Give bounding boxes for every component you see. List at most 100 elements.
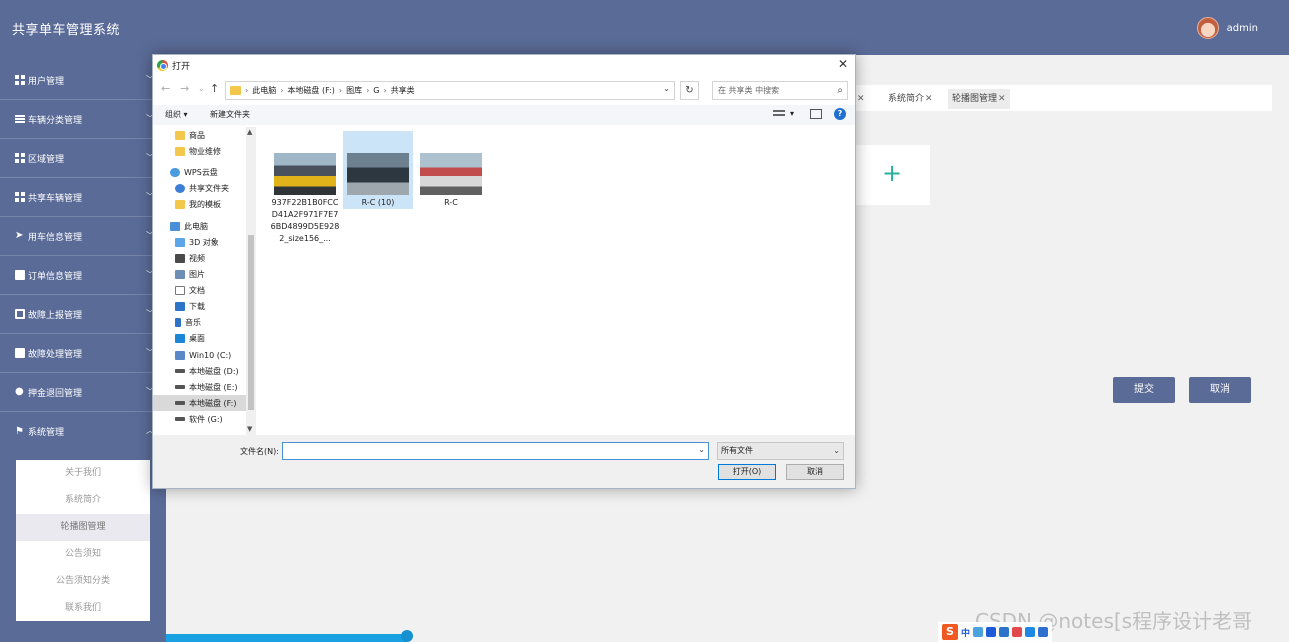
submenu-notice-category[interactable]: 公告须知分类 <box>16 568 150 595</box>
music-icon <box>175 317 181 327</box>
file-item[interactable]: 937F22B1B0FCCD41A2F971F7E76BD4899D5E9282… <box>270 131 340 245</box>
close-icon[interactable]: ✕ <box>998 94 1006 104</box>
search-icon[interactable]: ⌕ <box>837 82 843 99</box>
refresh-icon[interactable]: ↻ <box>680 81 699 100</box>
history-chevron-icon[interactable]: ⌄ <box>198 84 205 93</box>
sidebar-item-user-mgmt[interactable]: 用户管理 ﹀ <box>0 61 158 100</box>
tab-carousel-mgmt[interactable]: 轮播图管理✕ <box>948 89 1010 109</box>
submenu-contact-us[interactable]: 联系我们 <box>16 595 150 622</box>
chevron-down-icon[interactable]: ⌄ <box>698 445 705 454</box>
settings-icon[interactable] <box>1038 627 1049 637</box>
dialog-title: 打开 <box>172 61 191 72</box>
slider-handle[interactable] <box>401 630 413 642</box>
search-input[interactable]: 在 共享类 中搜索 ⌕ <box>712 81 848 100</box>
nav-scrollbar[interactable]: ▲ ▼ <box>246 127 256 435</box>
submenu-notice[interactable]: 公告须知 <box>16 541 150 568</box>
user-name[interactable]: admin <box>1227 23 1258 34</box>
nav-item[interactable]: 文档 <box>153 282 246 298</box>
nav-item[interactable]: Win10 (C:) <box>153 347 246 363</box>
navigation-row: ← → ⌄ ↑ › 此电脑 › 本地磁盘 (F:) › 图库 › G › 共享类… <box>153 79 855 101</box>
system-submenu: 关于我们 系统简介 轮播图管理 公告须知 公告须知分类 联系我们 <box>16 460 150 621</box>
close-icon[interactable]: ✕ <box>838 57 848 71</box>
nav-item[interactable]: 下载 <box>153 298 246 314</box>
open-button[interactable]: 打开(O) <box>718 464 776 480</box>
punctuation-icon[interactable] <box>973 627 984 637</box>
address-bar[interactable]: › 此电脑 › 本地磁盘 (F:) › 图库 › G › 共享类 ⌄ <box>225 81 675 100</box>
submit-button[interactable]: 提交 <box>1113 377 1175 403</box>
breadcrumb-this-pc[interactable]: 此电脑 <box>252 85 276 96</box>
sidebar-item-deposit-refund[interactable]: ● 押金退回管理 ﹀ <box>0 373 158 412</box>
image-thumbnail <box>420 153 482 195</box>
close-icon[interactable]: ✕ <box>925 94 933 104</box>
view-options-icon[interactable] <box>773 109 785 119</box>
chevron-down-icon[interactable]: ⌄ <box>663 84 670 93</box>
back-arrow-icon[interactable]: ← <box>161 82 170 95</box>
nav-item[interactable]: 本地磁盘 (D:) <box>153 363 246 379</box>
user-menu[interactable]: admin <box>1196 17 1258 39</box>
sidebar-item-usage-info[interactable]: ➤ 用车信息管理 ﹀ <box>0 217 158 256</box>
folder-icon <box>175 146 185 156</box>
file-type-select[interactable]: 所有文件 ⌄ <box>717 442 844 460</box>
file-item-selected[interactable]: R-C (10) <box>343 131 413 209</box>
breadcrumb-shared[interactable]: 共享类 <box>391 85 415 96</box>
submenu-carousel-mgmt[interactable]: 轮播图管理 <box>16 514 150 541</box>
toolbox-icon[interactable] <box>1025 627 1036 637</box>
ime-toolbar[interactable]: S 中 <box>938 622 1053 642</box>
dialog-cancel-button[interactable]: 取消 <box>786 464 844 480</box>
nav-item[interactable]: 软件 (G:) <box>153 411 246 427</box>
nav-item[interactable]: 视频 <box>153 250 246 266</box>
nav-item[interactable]: 物业维修 <box>153 143 246 159</box>
grid-icon <box>15 75 25 85</box>
sogou-icon[interactable]: S <box>942 624 958 640</box>
nav-item[interactable]: 音乐 <box>153 314 246 330</box>
document-icon <box>175 285 185 295</box>
new-folder-button[interactable]: 新建文件夹 <box>210 109 250 120</box>
chevron-down-icon[interactable]: ▾ <box>790 109 794 118</box>
cancel-button[interactable]: 取消 <box>1189 377 1251 403</box>
submenu-system-intro[interactable]: 系统简介 <box>16 487 150 514</box>
nav-item[interactable]: 桌面 <box>153 330 246 346</box>
help-icon[interactable]: ? <box>834 108 846 120</box>
nav-item[interactable]: 此电脑 <box>153 218 246 234</box>
filename-input[interactable]: ⌄ <box>282 442 709 460</box>
skin-icon[interactable] <box>1012 627 1023 637</box>
sidebar-item-fault-report[interactable]: 故障上报管理 ﹀ <box>0 295 158 334</box>
nav-item[interactable]: 我的模板 <box>153 196 246 212</box>
keyboard-icon[interactable] <box>999 627 1010 637</box>
file-item[interactable]: R-C <box>416 131 486 209</box>
sidebar-item-system[interactable]: ⚑ 系统管理 ︿ <box>0 412 158 451</box>
nav-item[interactable]: 图片 <box>153 266 246 282</box>
forward-arrow-icon[interactable]: → <box>180 82 189 95</box>
nav-item[interactable]: WPS云盘 <box>153 164 246 180</box>
scroll-up-icon[interactable]: ▲ <box>247 128 252 136</box>
sidebar-item-shared-vehicle[interactable]: 共享车辆管理 ﹀ <box>0 178 158 217</box>
close-icon[interactable]: ✕ <box>857 94 865 104</box>
nav-item[interactable]: 本地磁盘 (E:) <box>153 379 246 395</box>
nav-item-selected[interactable]: 本地磁盘 (F:) <box>153 395 246 411</box>
microphone-icon[interactable] <box>986 627 997 637</box>
preview-pane-icon[interactable] <box>810 109 822 119</box>
tab-system-intro[interactable]: 系统简介✕ <box>884 89 937 109</box>
sidebar-item-fault-handle[interactable]: 故障处理管理 ﹀ <box>0 334 158 373</box>
submenu-about-us[interactable]: 关于我们 <box>16 460 150 487</box>
image-upload[interactable]: + <box>854 145 930 205</box>
sidebar-item-vehicle-category[interactable]: 车辆分类管理 ﹀ <box>0 100 158 139</box>
up-arrow-icon[interactable]: ↑ <box>210 82 219 95</box>
ime-mode[interactable]: 中 <box>961 626 970 639</box>
navigation-pane: 商品 物业维修 WPS云盘 共享文件夹 我的模板 此电脑 3D 对象 视频 图片… <box>153 127 256 435</box>
sidebar-item-region[interactable]: 区域管理 ﹀ <box>0 139 158 178</box>
file-open-dialog: 打开 ✕ ← → ⌄ ↑ › 此电脑 › 本地磁盘 (F:) › 图库 › G … <box>152 54 856 489</box>
breadcrumb-gallery[interactable]: 图库 <box>346 85 362 96</box>
organize-menu[interactable]: 组织 ▾ <box>165 109 188 120</box>
breadcrumb-drive-f[interactable]: 本地磁盘 (F:) <box>287 85 334 96</box>
breadcrumb-g[interactable]: G <box>373 86 379 95</box>
desktop-icon <box>175 333 185 343</box>
picture-icon <box>175 269 185 279</box>
nav-item[interactable]: 3D 对象 <box>153 234 246 250</box>
scroll-down-icon[interactable]: ▼ <box>247 425 252 433</box>
avatar[interactable] <box>1196 17 1219 39</box>
scroll-thumb[interactable] <box>248 235 254 410</box>
nav-item[interactable]: 商品 <box>153 127 246 143</box>
sidebar-item-order-info[interactable]: 订单信息管理 ﹀ <box>0 256 158 295</box>
nav-item[interactable]: 共享文件夹 <box>153 180 246 196</box>
